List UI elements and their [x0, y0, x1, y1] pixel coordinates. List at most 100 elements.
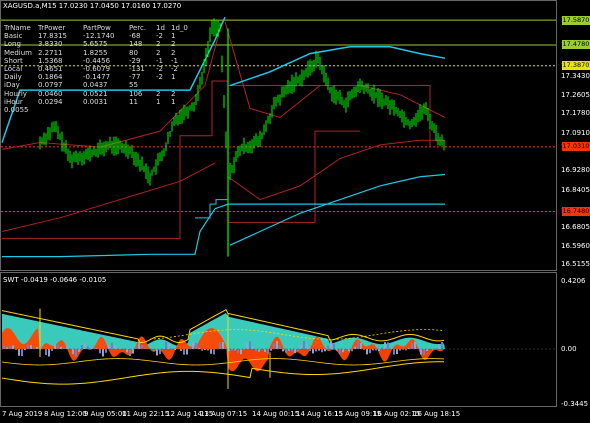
- table-cell: 2: [171, 40, 176, 49]
- table-cell: 1: [171, 97, 176, 106]
- table-cell: -68: [129, 32, 141, 41]
- table-cell: Perc.: [129, 24, 147, 32]
- indicator-tick: -0.3445: [561, 400, 589, 408]
- table-row: TrName TrPower PartPow Perc. 1d 1d_0: [4, 24, 188, 32]
- time-tick: 7 Aug 2019: [2, 410, 43, 418]
- indicator-tick: 0.4206: [561, 277, 586, 285]
- table-row: Short 1.5368 -0.4456 -29 -1 -1: [4, 57, 186, 65]
- table-cell: 2.2711: [38, 48, 63, 57]
- table-row: Basic 17.8315 -12.1740 -68 -2 1: [4, 32, 186, 40]
- table-cell: -2: [156, 65, 163, 74]
- table-cell: 106: [129, 89, 143, 98]
- chart-window[interactable]: XAGUSD.a,M15 17.0230 17.0450 17.0160 17.…: [0, 0, 590, 423]
- table-row: Hourly 0.0460 0.0521 106 2 2: [4, 90, 186, 98]
- trend-line-right-lower: [227, 139, 445, 201]
- table-cell: 2: [171, 89, 176, 98]
- price-tick: 17.1780: [561, 109, 590, 118]
- table-cell: 2: [156, 40, 161, 49]
- table-cell: 2: [171, 48, 176, 57]
- indicator-header: SWT -0.0419 -0.0646 -0.0105: [3, 276, 107, 284]
- table-cell: 3.8330: [38, 40, 63, 49]
- price-tick: 16.5960: [561, 242, 590, 251]
- symbol-header: XAGUSD.a,M15 17.0230 17.0450 17.0160 17.…: [3, 2, 182, 10]
- price-tag: 16.7480: [562, 206, 590, 216]
- table-cell: 1: [171, 32, 176, 41]
- envelope-lower: [1, 361, 445, 385]
- table-cell: Long: [4, 40, 21, 49]
- table-cell: 0.0294: [38, 97, 63, 106]
- table-cell: -1: [171, 56, 178, 65]
- table-cell: -0.4456: [83, 56, 111, 65]
- price-tag: 17.5870: [562, 15, 590, 25]
- price-tick: 16.8405: [561, 186, 590, 195]
- price-tag: 17.0310: [562, 142, 590, 152]
- table-cell: TrPower: [38, 24, 66, 32]
- price-tick: 17.2605: [561, 90, 590, 99]
- table-cell: 1: [156, 97, 161, 106]
- table-cell: Basic: [4, 32, 23, 41]
- time-tick: 11 Aug 22:15: [122, 410, 170, 418]
- table-cell: 80: [129, 48, 138, 57]
- price-tag: 17.3870: [562, 61, 590, 71]
- table-cell: -29: [129, 56, 141, 65]
- price-tick: 16.6805: [561, 222, 590, 231]
- table-cell: 2: [156, 89, 161, 98]
- band-lower-curve: [229, 173, 446, 246]
- price-tick: 16.5155: [561, 260, 590, 269]
- table-cell: iDay: [4, 81, 20, 90]
- table-cell: -131: [129, 65, 145, 74]
- price-tag: 17.4780: [562, 40, 590, 50]
- trend-line-right-upper: [224, 21, 446, 119]
- table-cell: 11: [129, 97, 138, 106]
- table-cell: 0.0460: [38, 89, 63, 98]
- table-cell: -0.6079: [83, 65, 111, 74]
- table-cell: 0.0521: [83, 89, 108, 98]
- table-cell: -0.1477: [83, 73, 111, 82]
- table-row: Daily 0.1864 -0.1477 -77 -2 1: [4, 73, 186, 81]
- price-tick: 17.3430: [561, 71, 590, 80]
- table-cell: PartPow: [83, 24, 111, 32]
- table-cell: iHour: [4, 97, 23, 106]
- table-cell: 1: [171, 73, 176, 82]
- table-cell: 0.0797: [38, 81, 63, 90]
- table-row: Medium 2.2711 1.8255 80 2 2: [4, 49, 186, 57]
- table-cell: -2: [156, 32, 163, 41]
- table-cell: -2: [156, 73, 163, 82]
- envelope-mid-lower: [1, 358, 445, 366]
- table-cell: 2: [156, 48, 161, 57]
- table-cell: 1d: [156, 24, 165, 32]
- table-row: Long 3.8330 5.6575 148 2 2: [4, 40, 186, 48]
- table-row: Local 0.4651 -0.6079 -131 -2 -2: [4, 65, 186, 73]
- table-cell: Medium: [4, 48, 32, 57]
- table-cell: -2: [171, 65, 178, 74]
- table-cell: 148: [129, 40, 143, 49]
- table-cell: TrName: [4, 24, 31, 32]
- table-cell: Local: [4, 65, 23, 74]
- table-cell: 1.5368: [38, 56, 63, 65]
- price-tick: 16.9280: [561, 166, 590, 175]
- table-cell: Short: [4, 56, 23, 65]
- table-cell: 0.0437: [83, 81, 108, 90]
- trend-line-lower: [1, 162, 216, 232]
- time-tick: 16 Aug 18:15: [413, 410, 461, 418]
- table-cell: -12.1740: [83, 32, 115, 41]
- time-tick: 9 Aug 05:00: [84, 410, 127, 418]
- table-cell: 1.8255: [83, 48, 108, 57]
- table-cell: [171, 81, 186, 89]
- table-cell: 0.0031: [83, 97, 108, 106]
- table-cell: -1: [156, 56, 163, 65]
- table-cell: -77: [129, 73, 141, 82]
- table-cell: 0.4651: [38, 65, 63, 74]
- indicator-tick: 0.00: [561, 345, 577, 353]
- table-cell: 55: [129, 81, 138, 90]
- table-cell: Daily: [4, 73, 22, 82]
- band-lower-flat: [2, 203, 445, 258]
- table-cell: 5.6575: [83, 40, 108, 49]
- table-cell: 0.1864: [38, 73, 63, 82]
- table-footer: 0.0055: [4, 106, 29, 115]
- table-cell: 1d_0: [171, 24, 188, 32]
- table-row: iHour 0.0294 0.0031 11 1 1: [4, 98, 186, 106]
- time-tick: 14 Aug 00:15: [252, 410, 300, 418]
- table-cell: Hourly: [4, 89, 27, 98]
- table-cell: [156, 81, 171, 89]
